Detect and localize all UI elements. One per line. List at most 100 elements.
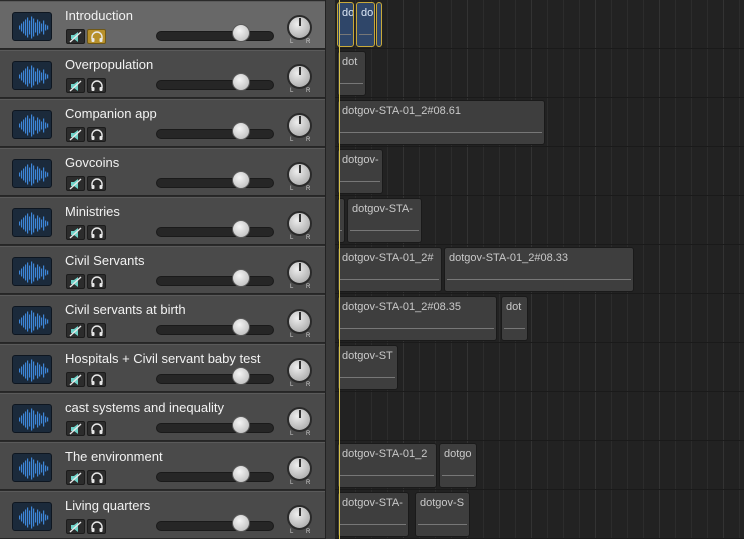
volume-slider-handle[interactable]: [232, 122, 250, 140]
audio-region[interactable]: do: [356, 2, 375, 47]
mute-button[interactable]: [66, 225, 85, 240]
volume-slider-handle[interactable]: [232, 465, 250, 483]
audio-region[interactable]: [376, 2, 382, 47]
mute-button[interactable]: [66, 29, 85, 44]
panel-divider[interactable]: [325, 0, 335, 539]
volume-slider[interactable]: [156, 276, 274, 286]
pan-knob[interactable]: [287, 15, 312, 40]
track-name[interactable]: cast systems and inequality: [65, 400, 224, 415]
solo-button[interactable]: [87, 274, 106, 289]
volume-slider[interactable]: [156, 521, 274, 531]
audio-region[interactable]: dot: [337, 51, 366, 96]
track-name[interactable]: Companion app: [65, 106, 157, 121]
audio-region[interactable]: dotgov-STA-: [347, 198, 422, 243]
track-name[interactable]: Introduction: [65, 8, 133, 23]
volume-slider-handle[interactable]: [232, 514, 250, 532]
mute-button[interactable]: [66, 127, 85, 142]
timeline-area[interactable]: do do dot dotgov-STA-01_2#08.61 dotgov- …: [335, 0, 744, 539]
volume-slider[interactable]: [156, 129, 274, 139]
volume-slider-handle[interactable]: [232, 367, 250, 385]
audio-region[interactable]: dotgov-S: [415, 492, 470, 537]
pan-knob[interactable]: [287, 162, 312, 187]
solo-button[interactable]: [87, 78, 106, 93]
pan-knob[interactable]: [287, 358, 312, 383]
track-name[interactable]: Overpopulation: [65, 57, 153, 72]
audio-region[interactable]: dotgov-STA-01_2: [337, 443, 437, 488]
mute-button[interactable]: [66, 323, 85, 338]
volume-slider-handle[interactable]: [232, 416, 250, 434]
track-name[interactable]: Living quarters: [65, 498, 150, 513]
mute-button[interactable]: [66, 470, 85, 485]
audio-region[interactable]: dotgov-STA-01_2#: [337, 247, 442, 292]
audio-region[interactable]: dotgov-STA-: [337, 492, 409, 537]
track-name[interactable]: Govcoins: [65, 155, 119, 170]
mute-button[interactable]: [66, 274, 85, 289]
mute-button[interactable]: [66, 78, 85, 93]
pan-right-label: R: [306, 529, 311, 535]
audio-region[interactable]: dotgov-STA-01_2#08.33: [444, 247, 634, 292]
mute-button[interactable]: [66, 421, 85, 436]
pan-knob[interactable]: [287, 456, 312, 481]
track-lane[interactable]: [335, 147, 744, 196]
solo-button[interactable]: [87, 176, 106, 191]
solo-button[interactable]: [87, 225, 106, 240]
track-header[interactable]: cast systems and inequality L R: [0, 393, 325, 441]
pan-knob[interactable]: [287, 64, 312, 89]
volume-slider[interactable]: [156, 227, 274, 237]
volume-slider-handle[interactable]: [232, 24, 250, 42]
track-header[interactable]: Introduction L R: [0, 1, 325, 49]
pan-knob[interactable]: [287, 260, 312, 285]
mute-button[interactable]: [66, 176, 85, 191]
solo-button[interactable]: [87, 421, 106, 436]
solo-button[interactable]: [87, 519, 106, 534]
volume-slider[interactable]: [156, 31, 274, 41]
track-name[interactable]: Ministries: [65, 204, 120, 219]
pan-knob[interactable]: [287, 211, 312, 236]
playhead[interactable]: [339, 0, 340, 539]
audio-region[interactable]: dotgov-ST: [337, 345, 398, 390]
track-lane[interactable]: [335, 0, 744, 49]
track-header[interactable]: Civil Servants L R: [0, 246, 325, 294]
volume-slider[interactable]: [156, 374, 274, 384]
track-name[interactable]: Hospitals + Civil servant baby test: [65, 351, 260, 366]
audio-region[interactable]: dotgov-: [337, 149, 383, 194]
pan-knob[interactable]: [287, 113, 312, 138]
track-header[interactable]: The environment L R: [0, 442, 325, 490]
track-header[interactable]: Living quarters L R: [0, 491, 325, 539]
mute-button[interactable]: [66, 372, 85, 387]
solo-button[interactable]: [87, 29, 106, 44]
audio-region[interactable]: dotgov-STA-01_2#08.61: [337, 100, 545, 145]
solo-button[interactable]: [87, 470, 106, 485]
pan-knob[interactable]: [287, 407, 312, 432]
track-name[interactable]: The environment: [65, 449, 163, 464]
volume-slider-handle[interactable]: [232, 269, 250, 287]
volume-slider[interactable]: [156, 80, 274, 90]
pan-knob[interactable]: [287, 309, 312, 334]
track-header[interactable]: Civil servants at birth L R: [0, 295, 325, 343]
audio-region[interactable]: dot: [501, 296, 528, 341]
mute-button[interactable]: [66, 519, 85, 534]
volume-slider-handle[interactable]: [232, 73, 250, 91]
track-lane[interactable]: [335, 392, 744, 441]
solo-button[interactable]: [87, 127, 106, 142]
volume-slider[interactable]: [156, 423, 274, 433]
track-name[interactable]: Civil Servants: [65, 253, 144, 268]
volume-slider[interactable]: [156, 178, 274, 188]
volume-slider-handle[interactable]: [232, 318, 250, 336]
track-header[interactable]: Govcoins L R: [0, 148, 325, 196]
track-header[interactable]: Companion app L R: [0, 99, 325, 147]
solo-button[interactable]: [87, 372, 106, 387]
audio-region[interactable]: dotgov-STA-01_2#08.35: [337, 296, 497, 341]
volume-slider[interactable]: [156, 472, 274, 482]
track-header[interactable]: Overpopulation L R: [0, 50, 325, 98]
volume-slider[interactable]: [156, 325, 274, 335]
track-header[interactable]: Ministries L R: [0, 197, 325, 245]
track-lane[interactable]: [335, 49, 744, 98]
solo-button[interactable]: [87, 323, 106, 338]
pan-knob[interactable]: [287, 505, 312, 530]
track-header[interactable]: Hospitals + Civil servant baby test L R: [0, 344, 325, 392]
audio-region[interactable]: dotgo: [439, 443, 477, 488]
volume-slider-handle[interactable]: [232, 220, 250, 238]
volume-slider-handle[interactable]: [232, 171, 250, 189]
track-name[interactable]: Civil servants at birth: [65, 302, 186, 317]
